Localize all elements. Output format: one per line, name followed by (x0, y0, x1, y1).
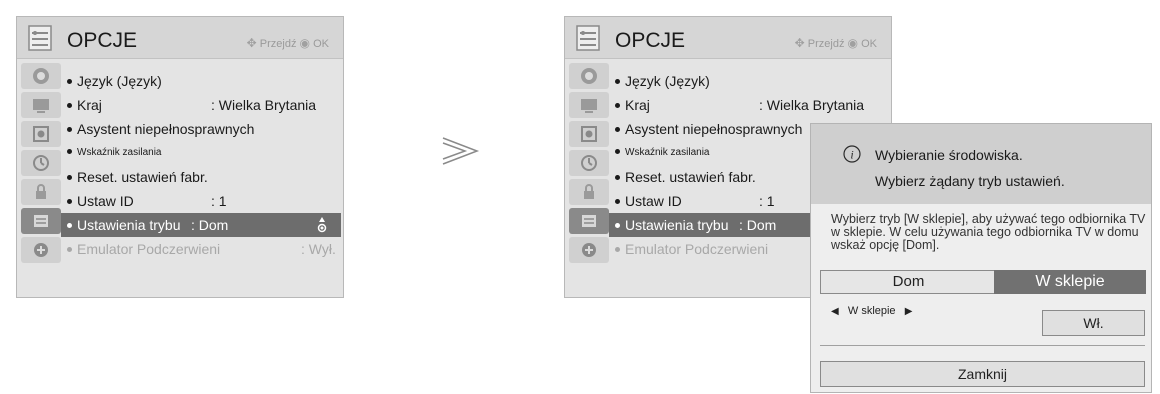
store-mode-selector[interactable]: ◀ W sklepie ▶ (831, 305, 912, 317)
options-icon (576, 25, 600, 51)
item-label: Ustawienia trybu (625, 217, 729, 233)
category-sidebar (21, 63, 61, 295)
clock-icon[interactable] (569, 150, 609, 176)
item-value: : Wielka Brytania (759, 97, 865, 113)
item-label: Ustawienia trybu (77, 217, 181, 233)
hint-move-label: Przejdź (807, 38, 845, 50)
item-label: Reset. ustawień fabr. (77, 169, 208, 185)
menu-header: OPCJE ✥ Przejdź ◉ OK (17, 17, 343, 59)
screen-icon[interactable] (569, 92, 609, 118)
item-label: Emulator Podczerwieni (625, 241, 769, 257)
menu-hint: ✥ Przejdź ◉ OK (795, 36, 877, 50)
item-label: Wskaźnik zasilania (77, 147, 162, 158)
lock-icon[interactable] (569, 179, 609, 205)
item-label: Wskaźnik zasilania (625, 147, 710, 158)
picture-icon[interactable] (569, 63, 609, 89)
item-label: Ustaw ID (77, 193, 134, 209)
on-toggle-button[interactable]: Wł. (1042, 310, 1145, 336)
menu-item-mode-setting[interactable]: Ustawienia trybu : Dom (61, 213, 341, 237)
menu-item-language[interactable]: Język (Język) (609, 69, 889, 93)
menu-header: OPCJE ✥ Przejdź ◉ OK (565, 17, 891, 59)
picture-icon[interactable] (21, 63, 61, 89)
hint-ok-label: OK (861, 38, 877, 50)
menu-item-country[interactable]: Kraj : Wielka Brytania (609, 93, 889, 117)
audio-icon[interactable] (569, 121, 609, 147)
audio-icon[interactable] (21, 121, 61, 147)
options-icon (28, 25, 52, 51)
menu-item-factory-reset[interactable]: Reset. ustawień fabr. (61, 165, 341, 189)
item-label: Kraj (77, 97, 102, 113)
item-value: : Wył. (301, 241, 336, 257)
item-value: : Dom (739, 217, 777, 233)
menu-item-country[interactable]: Kraj : Wielka Brytania (61, 93, 341, 117)
dialog-info-line2: Wybierz żądany tryb ustawień. (875, 173, 1065, 189)
item-value: : Wielka Brytania (211, 97, 317, 113)
move-icon: ✥ (246, 36, 257, 50)
item-label: Emulator Podczerwieni (77, 241, 221, 257)
menu-title: OPCJE (615, 29, 686, 52)
svg-text:i: i (850, 148, 853, 162)
options-active-icon[interactable] (21, 208, 61, 234)
screen-icon[interactable] (21, 92, 61, 118)
dialog-description: Wybierz tryb [W sklepie], aby używać teg… (831, 212, 1146, 252)
ok-icon: ◉ (299, 36, 311, 50)
menu-items: Język (Język) Kraj : Wielka Brytania Asys… (61, 61, 345, 297)
mode-setting-dialog: i Wybieranie środowiska. Wybierz żądany … (810, 123, 1152, 393)
usb-icon[interactable] (21, 237, 61, 263)
item-value: : 1 (211, 193, 227, 209)
hint-ok-label: OK (313, 38, 329, 50)
item-label: Język (Język) (625, 73, 710, 89)
options-menu-left: OPCJE ✥ Przejdź ◉ OK Język (Język) Kraj:… (16, 16, 344, 298)
item-label: Ustaw ID (625, 193, 682, 209)
usb-icon[interactable] (569, 237, 609, 263)
lock-icon[interactable] (21, 179, 61, 205)
menu-hint: ✥ Przejdź ◉ OK (247, 36, 329, 50)
hint-move-label: Przejdź (259, 38, 297, 50)
left-arrow-icon[interactable]: ◀ (831, 306, 839, 317)
item-label: Reset. ustawień fabr. (625, 169, 756, 185)
item-label: Asystent niepełnosprawnych (77, 121, 255, 137)
home-mode-button[interactable]: Dom (820, 270, 997, 294)
item-label: Asystent niepełnosprawnych (625, 121, 803, 137)
close-button[interactable]: Zamknij (820, 361, 1145, 387)
menu-item-accessibility[interactable]: Asystent niepełnosprawnych (61, 117, 341, 141)
category-sidebar (569, 63, 609, 295)
item-label: Kraj (625, 97, 650, 113)
dialog-divider (820, 345, 1145, 346)
item-value: : 1 (759, 193, 775, 209)
ok-icon: ◉ (847, 36, 859, 50)
menu-item-language[interactable]: Język (Język) (61, 69, 341, 93)
menu-item-power-indicator[interactable]: Wskaźnik zasilania (61, 141, 341, 165)
menu-title: OPCJE (67, 29, 138, 52)
move-icon: ✥ (794, 36, 805, 50)
selector-value: W sklepie (847, 305, 896, 317)
dialog-info-line1: Wybieranie środowiska. (875, 147, 1023, 163)
item-label: Język (Język) (77, 73, 162, 89)
dialog-info-header: i Wybieranie środowiska. Wybierz żądany … (811, 124, 1151, 204)
options-active-icon[interactable] (569, 208, 609, 234)
store-mode-button[interactable]: W sklepie (994, 270, 1146, 294)
menu-item-ir-emulator: Emulator Podczerwieni : Wył. (61, 237, 341, 261)
item-value: : Dom (191, 217, 229, 233)
menu-item-set-id[interactable]: Ustaw ID : 1 (61, 189, 341, 213)
clock-icon[interactable] (21, 150, 61, 176)
info-icon: i (843, 145, 861, 163)
right-arrow-icon[interactable]: ▶ (905, 306, 913, 317)
next-arrow-icon (442, 137, 480, 165)
updown-icon (317, 217, 327, 233)
